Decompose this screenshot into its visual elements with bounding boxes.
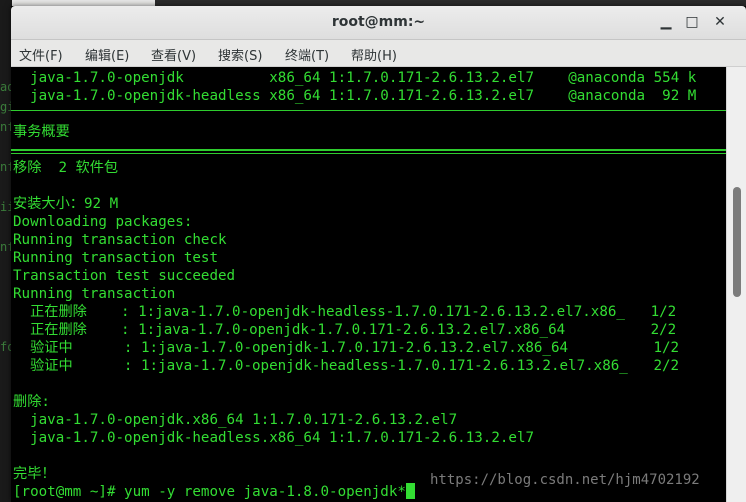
menu-view[interactable]: 查看(V) (151, 45, 196, 64)
install-size-line: 安装大小：92 M (13, 196, 119, 212)
menu-file[interactable]: 文件(F) (19, 45, 63, 64)
separator (11, 153, 726, 154)
command-prompt: [root@mm ~]# yum -y remove java-1.8.0-op… (13, 484, 406, 500)
removed-package: java-1.7.0-openjdk-headless.x86_64 1:1.7… (13, 430, 535, 446)
window-title: root@mm:~ (331, 14, 426, 30)
menu-terminal[interactable]: 终端(T) (285, 45, 329, 64)
progress-line: 正在删除 : 1:java-1.7.0-openjdk-1.7.0.171-2.… (13, 322, 677, 338)
progress-line: 验证中 : 1:java-1.7.0-openjdk-headless-1.7.… (13, 358, 680, 374)
menu-help[interactable]: 帮助(H) (351, 45, 397, 64)
package-line: java-1.7.0-openjdk-headless x86_64 1:1.7… (13, 88, 697, 104)
output-line: Running transaction (13, 286, 176, 302)
progress-line: 正在删除 : 1:java-1.7.0-openjdk-headless-1.7… (13, 304, 677, 320)
output-line: Downloading packages: (13, 214, 193, 230)
command-prompt-line[interactable]: [root@mm ~]# yum -y remove java-1.8.0-op… (13, 483, 415, 501)
scrollbar-thumb[interactable] (733, 187, 741, 297)
output-line: Transaction test succeeded (13, 268, 236, 284)
output-line: Running transaction test (13, 250, 218, 266)
remove-count-line: 移除 2 软件包 (13, 160, 119, 176)
removed-heading: 删除: (13, 394, 50, 410)
separator (11, 149, 726, 151)
text-cursor (405, 483, 415, 499)
menu-bar: 文件(F) 编辑(E) 查看(V) 搜索(S) 终端(T) 帮助(H) (11, 40, 746, 67)
close-button[interactable]: ✕ (710, 12, 730, 32)
watermark: https://blog.csdn.net/hjm4702192 (430, 472, 700, 488)
maximize-button[interactable]: □ (682, 12, 702, 32)
progress-line: 验证中 : 1:java-1.7.0-openjdk-1.7.0.171-2.6… (13, 340, 680, 356)
removed-package: java-1.7.0-openjdk.x86_64 1:1.7.0.171-2.… (13, 412, 458, 428)
menu-search[interactable]: 搜索(S) (218, 45, 262, 64)
terminal-window: root@mm:~ ▁ □ ✕ 文件(F) 编辑(E) 查看(V) 搜索(S) … (11, 6, 746, 502)
transaction-summary-heading: 事务概要 (13, 124, 70, 140)
separator (11, 110, 726, 111)
minimize-button[interactable]: ▁ (656, 12, 676, 32)
title-bar[interactable]: root@mm:~ ▁ □ ✕ (11, 6, 746, 40)
package-line: java-1.7.0-openjdk x86_64 1:1.7.0.171-2.… (13, 70, 697, 86)
vertical-scrollbar[interactable] (726, 67, 746, 502)
menu-edit[interactable]: 编辑(E) (85, 45, 129, 64)
complete-line: 完毕！ (13, 466, 56, 482)
terminal-output[interactable]: java-1.7.0-openjdk x86_64 1:1.7.0.171-2.… (11, 67, 726, 502)
output-line: Running transaction check (13, 232, 227, 248)
